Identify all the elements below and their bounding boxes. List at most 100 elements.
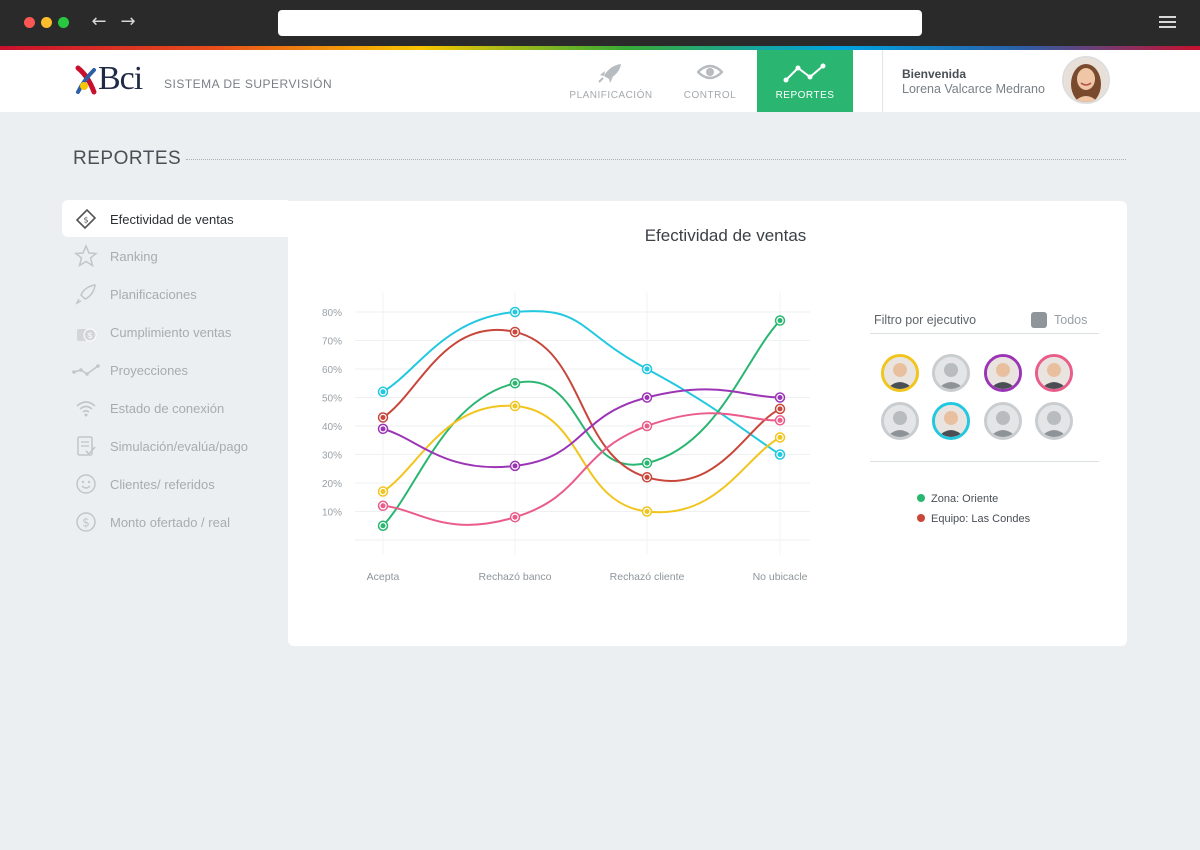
data-point (512, 403, 518, 409)
legend-item-zona: Zona: Oriente (917, 493, 998, 505)
select-all-label[interactable]: Todos (1054, 313, 1087, 327)
star-icon (74, 244, 98, 268)
y-tick-label: 80% (322, 308, 342, 319)
close-window-button[interactable] (24, 17, 35, 28)
person-icon (1038, 357, 1070, 389)
executive-avatar[interactable] (984, 402, 1022, 440)
legend-label: Zona: Oriente (931, 493, 999, 505)
data-point (512, 463, 518, 469)
person-icon (884, 357, 916, 389)
hamburger-menu-icon[interactable] (1159, 16, 1176, 30)
executive-avatar[interactable] (984, 354, 1022, 392)
menu-item-efectividad-ventas[interactable]: $ Efectividad de ventas (62, 200, 288, 237)
system-title: SISTEMA DE SUPERVISIÓN (164, 77, 333, 91)
menu-label: Planificaciones (110, 287, 197, 302)
menu-label: Estado de conexión (110, 401, 225, 416)
x-tick-label: Acepta (367, 571, 400, 583)
y-tick-label: 70% (322, 337, 342, 348)
person-icon (1038, 405, 1070, 437)
trend-line-icon (72, 364, 100, 376)
executive-avatar[interactable] (881, 354, 919, 392)
y-tick-label: 40% (322, 422, 342, 433)
person-icon (935, 405, 967, 437)
menu-item-clientes-referidos[interactable]: Clientes/ referidos (62, 465, 288, 503)
data-point (644, 460, 650, 466)
menu-label: Cumplimiento ventas (110, 325, 232, 340)
series-line (382, 388, 781, 469)
bci-logo[interactable]: Bci (74, 60, 152, 98)
user-avatar[interactable] (1062, 56, 1110, 104)
data-point (644, 474, 650, 480)
data-point (380, 503, 386, 509)
rocket-icon (75, 284, 96, 305)
x-tick-label: No ubicacle (753, 571, 808, 583)
tab-reportes[interactable]: REPORTES (757, 50, 853, 112)
svg-text:$: $ (87, 331, 92, 340)
menu-item-monto-ofertado[interactable]: $ Monto ofertado / real (62, 503, 288, 541)
data-point (777, 406, 783, 412)
header-divider (882, 50, 883, 112)
person-icon (987, 405, 1019, 437)
menu-item-ranking[interactable]: Ranking (62, 237, 288, 275)
menu-item-simulacion[interactable]: Simulación/evalúa/pago (62, 427, 288, 465)
menu-label: Proyecciones (110, 363, 189, 378)
y-tick-label: 30% (322, 451, 342, 462)
user-portrait-icon (1064, 58, 1108, 102)
data-point (777, 434, 783, 440)
maximize-window-button[interactable] (58, 17, 69, 28)
executive-avatar[interactable] (932, 402, 970, 440)
back-arrow-icon[interactable]: ← (89, 11, 109, 33)
svg-text:$: $ (82, 516, 90, 530)
select-all-checkbox[interactable] (1031, 312, 1047, 328)
forward-arrow-icon[interactable]: → (118, 11, 138, 33)
tab-control[interactable]: CONTROL (670, 50, 750, 112)
data-point (512, 329, 518, 335)
data-point (777, 417, 783, 423)
y-tick-label: 60% (322, 365, 342, 376)
dollar-circle-icon: $ (76, 512, 96, 532)
data-point (512, 380, 518, 386)
filter-label: Filtro por ejecutivo (874, 313, 977, 327)
menu-label: Simulación/evalúa/pago (110, 439, 249, 454)
executive-avatar[interactable] (932, 354, 970, 392)
page-title: REPORTES (73, 148, 182, 169)
menu-item-estado-conexion[interactable]: Estado de conexión (62, 389, 288, 427)
money-tag-icon: $ (75, 208, 97, 230)
menu-label: Efectividad de ventas (110, 212, 234, 227)
coins-icon: $ (77, 328, 97, 342)
sales-effectiveness-chart: 10% 20% 30% 40% 50% 60% 70% 80% Acepta Rechazó ba… (322, 292, 810, 583)
tab-label: CONTROL (683, 90, 737, 101)
legend-dot (917, 494, 925, 502)
y-tick-label: 10% (322, 508, 342, 519)
menu-item-proyecciones[interactable]: Proyecciones (62, 351, 288, 389)
report-menu: $ Efectividad de ventas Ranking Planific… (62, 200, 288, 541)
executive-avatar[interactable] (1035, 354, 1073, 392)
title-divider (186, 159, 1126, 160)
eye-icon (697, 64, 723, 80)
data-point (512, 514, 518, 520)
address-bar[interactable] (278, 10, 922, 36)
tab-label: REPORTES (775, 90, 835, 101)
chart-title: Efectividad de ventas (644, 226, 807, 245)
data-point (777, 318, 783, 324)
person-icon (884, 405, 916, 437)
menu-label: Clientes/ referidos (110, 477, 215, 492)
user-name: Lorena Valcarce Medrano (902, 82, 1045, 96)
y-tick-label: 20% (322, 479, 342, 490)
data-point (512, 309, 518, 315)
browser-toolbar: ← → (0, 0, 1200, 46)
minimize-window-button[interactable] (41, 17, 52, 28)
tab-planificacion[interactable]: PLANIFICACIÓN (563, 50, 659, 112)
executive-avatar[interactable] (881, 402, 919, 440)
y-tick-label: 50% (322, 394, 342, 405)
legend-dot (917, 514, 925, 522)
smiley-icon (76, 474, 96, 494)
menu-item-cumplimiento-ventas[interactable]: $ Cumplimiento ventas (62, 313, 288, 351)
brand-name: Bci (98, 60, 143, 97)
executive-avatar[interactable] (1035, 402, 1073, 440)
app-header: Bci SISTEMA DE SUPERVISIÓN PLANIFICACIÓN… (0, 50, 1200, 112)
data-point (380, 489, 386, 495)
person-icon (935, 357, 967, 389)
menu-item-planificaciones[interactable]: Planificaciones (62, 275, 288, 313)
menu-label: Monto ofertado / real (110, 515, 230, 530)
